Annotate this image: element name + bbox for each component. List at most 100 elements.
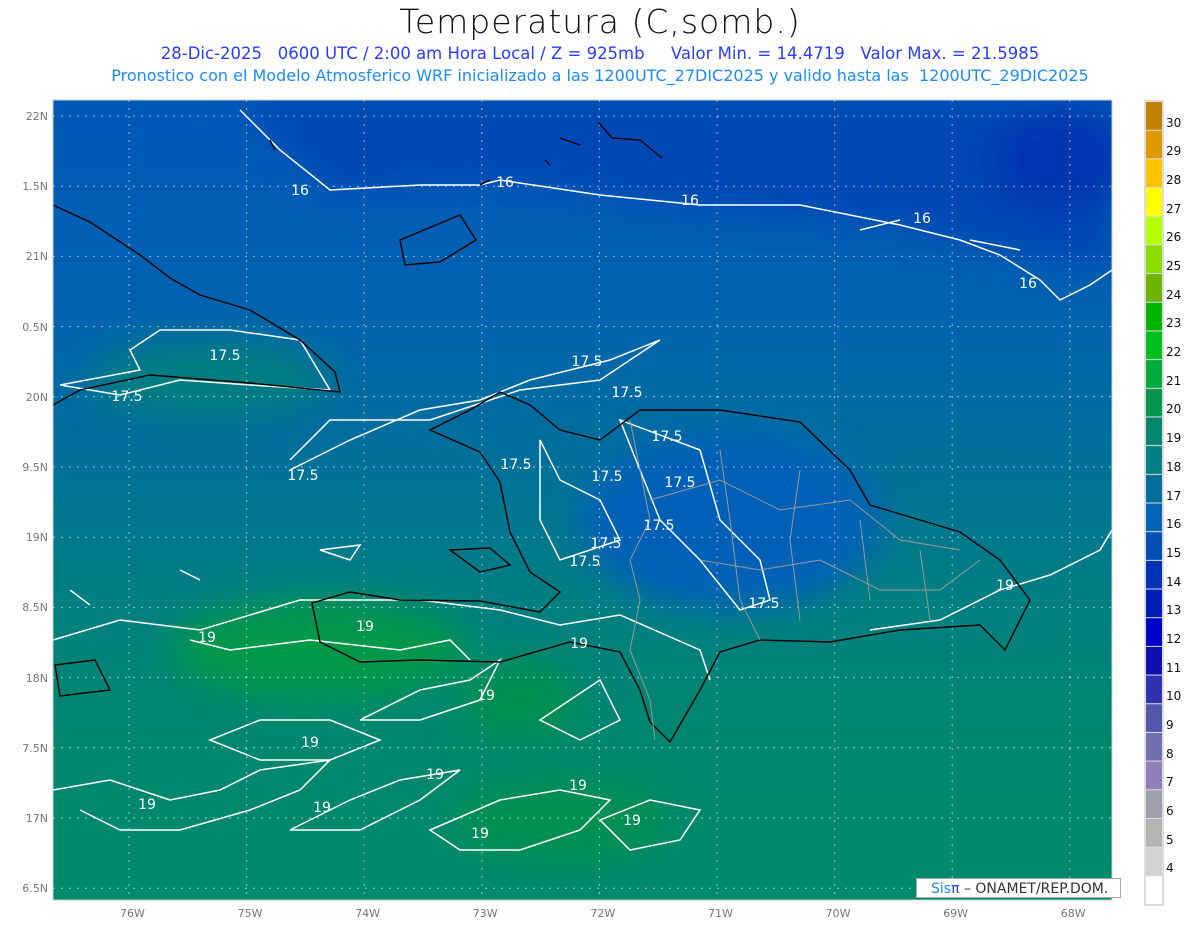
colorbar-swatch (1146, 474, 1162, 503)
colorbar-label: 24 (1166, 287, 1182, 302)
contour-label: 19 (996, 578, 1014, 594)
temperature-map: 16 16 16 16 16 17.5 17.5 17.5 17.5 17.5 17.5 17.5 17… (52, 99, 1164, 906)
contour-label: 17.5 (571, 354, 602, 370)
colorbar-swatch (1146, 331, 1162, 360)
credit-sis: Sis (931, 881, 952, 897)
colorbar-swatch (1146, 188, 1162, 216)
colorbar-label: 12 (1166, 631, 1182, 646)
colorbar-label: 11 (1166, 660, 1182, 675)
colorbar-swatch (1146, 245, 1162, 274)
colorbar-label: 26 (1166, 230, 1182, 245)
lat-label: 18N (25, 671, 48, 685)
contour-label: 16 (291, 183, 309, 199)
contour-label: 19 (471, 826, 489, 842)
contour-label: 19 (569, 778, 587, 794)
contour-label: 17.5 (569, 554, 600, 570)
contour-label: 19 (313, 800, 331, 816)
colorbar-label: 28 (1166, 173, 1182, 188)
credit-text: – ONAMET/REP.DOM. (959, 881, 1109, 897)
lat-label: 22N (25, 110, 48, 123)
colorbar-swatch (1146, 360, 1162, 388)
colorbar-label: 18 (1166, 459, 1182, 474)
colorbar-label: 20 (1166, 402, 1182, 417)
colorbar-swatch (1146, 646, 1162, 675)
colorbar-label: 16 (1166, 517, 1182, 532)
colorbar-label: 23 (1166, 316, 1182, 331)
colorbar-swatch (1146, 589, 1162, 618)
colorbar-swatch (1146, 761, 1162, 790)
contour-label: 19 (623, 813, 641, 829)
contour-label: 17.5 (643, 518, 674, 534)
lon-label: 72W (590, 907, 616, 920)
contour-label: 17.5 (209, 348, 240, 364)
lat-label: 0.5N (22, 320, 48, 334)
colorbar-label: 22 (1166, 345, 1182, 360)
contour-label: 19 (356, 619, 374, 635)
colorbar-swatch (1146, 102, 1162, 130)
lat-label: 9.5N (22, 461, 48, 474)
contour-label: 17.5 (287, 468, 318, 484)
colorbar-label: 15 (1166, 545, 1182, 560)
colorbar-swatch (1146, 847, 1162, 876)
contour-label: 17.5 (500, 457, 531, 473)
lon-label: 76W (120, 907, 145, 920)
contour-label: 17.5 (664, 475, 695, 491)
lon-label: 68W (1060, 907, 1086, 920)
colorbar-swatch (1146, 130, 1162, 159)
lat-label: 1.5N (22, 180, 48, 194)
lat-label: 17N (25, 812, 48, 825)
colorbar-swatch (1146, 532, 1162, 560)
colorbar-label: 10 (1166, 689, 1182, 704)
contour-label: 17.5 (748, 596, 779, 612)
colorbar-label: 21 (1166, 373, 1182, 388)
contour-label: 19 (198, 630, 216, 646)
colorbar-label: 30 (1166, 115, 1182, 130)
colorbar-label: 27 (1166, 201, 1182, 216)
lat-label: 21N (25, 250, 48, 264)
lon-label: 71W (708, 907, 733, 920)
contour-label: 16 (1019, 276, 1037, 292)
contour-label: 19 (138, 797, 156, 813)
contour-label: 17.5 (651, 429, 682, 445)
lon-label: 70W (825, 907, 851, 920)
lat-label: 6.5N (22, 882, 48, 896)
colorbar-label: 4 (1166, 861, 1174, 876)
colorbar-label: 29 (1166, 144, 1182, 159)
colorbar-swatch (1146, 446, 1162, 474)
lon-label: 73W (472, 907, 498, 920)
colorbar-swatch (1146, 302, 1162, 331)
contour-label: 16 (496, 175, 514, 191)
colorbar-swatch (1146, 790, 1162, 818)
colorbar-label: 5 (1166, 832, 1174, 847)
lat-label: 20N (25, 390, 48, 404)
contour-label: 16 (681, 193, 699, 209)
lat-label: 7.5N (22, 741, 48, 755)
colorbar-swatch (1146, 876, 1162, 904)
colorbar-label: 25 (1166, 259, 1182, 274)
contour-label: 17.5 (111, 389, 142, 405)
contour-label: 19 (301, 735, 319, 751)
colorbar-swatch (1146, 274, 1162, 302)
lon-label: 74W (355, 907, 381, 920)
colorbar-label: 17 (1166, 488, 1182, 503)
contour-label: 17.5 (611, 385, 642, 401)
colorbar-label: 7 (1166, 775, 1174, 790)
lat-label: 19N (25, 531, 48, 545)
colorbar-label: 19 (1166, 431, 1182, 446)
colorbar-label: 6 (1166, 803, 1174, 818)
colorbar-swatch (1146, 732, 1162, 761)
colorbar-swatch (1146, 388, 1162, 417)
lon-label: 75W (237, 907, 263, 920)
contour-label: 16 (913, 211, 931, 227)
contour-label: 19 (477, 688, 495, 704)
colorbar-swatch (1146, 704, 1162, 732)
colorbar (1144, 100, 1164, 906)
colorbar-label: 13 (1166, 603, 1182, 618)
colorbar-swatch (1146, 503, 1162, 532)
credit-pi-logo: π (951, 881, 960, 897)
colorbar-label: 14 (1166, 574, 1182, 589)
colorbar-swatch (1146, 618, 1162, 646)
colorbar-swatch (1146, 417, 1162, 446)
colorbar-label: 9 (1166, 717, 1174, 732)
colorbar-label: 8 (1166, 746, 1174, 761)
